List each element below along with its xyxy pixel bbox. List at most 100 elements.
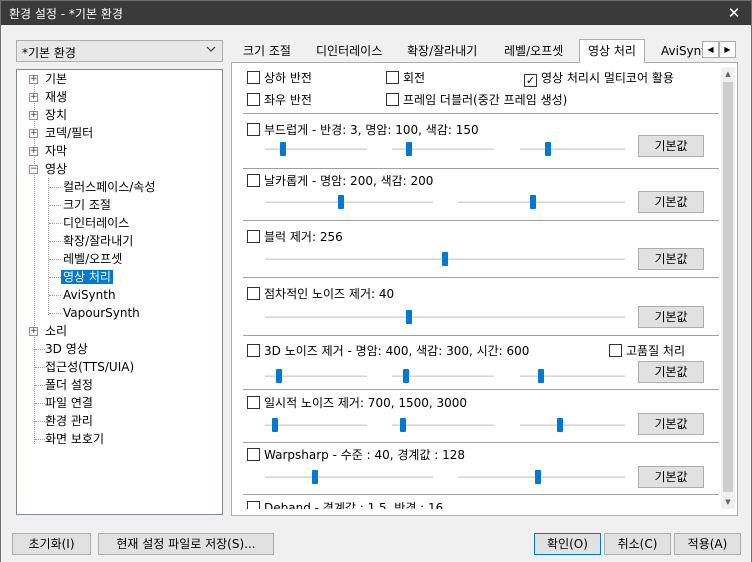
slider-thumb[interactable] bbox=[556, 418, 563, 432]
warpsharp-default-button[interactable]: 기본값 bbox=[638, 466, 704, 488]
scroll-up-icon[interactable]: ▲ bbox=[721, 67, 735, 81]
tree-item-folder[interactable]: 폴더 설정 bbox=[43, 376, 95, 394]
tree-item-colorspace[interactable]: 컬러스페이스/속성 bbox=[61, 178, 157, 196]
soften-luma-slider[interactable] bbox=[392, 142, 494, 156]
close-icon[interactable]: ✕ bbox=[723, 3, 745, 23]
tree-item-avisynth[interactable]: AviSynth bbox=[61, 286, 118, 304]
slider-thumb[interactable] bbox=[272, 418, 279, 432]
gradual-noise-slider[interactable] bbox=[265, 310, 625, 324]
deband-checkbox[interactable]: Deband - 경계값 : 1.5, 반경 : 16 bbox=[247, 500, 443, 509]
checkbox-box bbox=[247, 230, 260, 243]
slider-thumb[interactable] bbox=[545, 142, 552, 156]
expand-icon[interactable]: + bbox=[29, 75, 38, 84]
expand-icon[interactable]: + bbox=[29, 147, 38, 156]
tree-item-screensaver[interactable]: 화면 보호기 bbox=[43, 430, 106, 448]
slider-thumb[interactable] bbox=[406, 142, 413, 156]
ok-button[interactable]: 확인(O) bbox=[534, 533, 601, 555]
slider-thumb[interactable] bbox=[530, 195, 537, 209]
scrollbar-thumb[interactable] bbox=[723, 82, 733, 492]
noise-3d-checkbox[interactable]: 3D 노이즈 제거 - 명암: 400, 색감: 300, 시간: 600 bbox=[247, 343, 529, 359]
cancel-button[interactable]: 취소(C) bbox=[604, 533, 671, 555]
tab-resize[interactable]: 크기 조절 bbox=[243, 41, 291, 63]
expand-icon[interactable]: + bbox=[29, 129, 38, 138]
tree-item-resize[interactable]: 크기 조절 bbox=[61, 196, 113, 214]
temporal-noise-slider-1[interactable] bbox=[265, 418, 367, 432]
slider-thumb[interactable] bbox=[535, 470, 542, 484]
tree-item-sound[interactable]: + 소리 bbox=[29, 322, 69, 340]
expand-icon[interactable]: + bbox=[29, 111, 38, 120]
tab-expand-crop[interactable]: 확장/잘라내기 bbox=[407, 41, 477, 63]
tab-scroll-right-icon[interactable]: ▶ bbox=[719, 41, 736, 58]
tree-item-subtitle[interactable]: + 자막 bbox=[29, 142, 69, 160]
expand-icon[interactable]: + bbox=[29, 93, 38, 102]
high-quality-checkbox[interactable]: 고품질 처리 bbox=[609, 343, 685, 359]
collapse-icon[interactable]: − bbox=[29, 165, 38, 174]
slider-thumb[interactable] bbox=[337, 195, 344, 209]
soften-chroma-slider[interactable] bbox=[520, 142, 625, 156]
deblock-default-button[interactable]: 기본값 bbox=[638, 248, 704, 270]
checkbox-box bbox=[247, 344, 260, 357]
soften-checkbox[interactable]: 부드럽게 - 반경: 3, 명암: 100, 색감: 150 bbox=[247, 122, 479, 138]
slider-thumb[interactable] bbox=[276, 369, 283, 383]
warpsharp-checkbox[interactable]: Warpsharp - 수준 : 40, 경계값 : 128 bbox=[247, 447, 465, 463]
expand-icon[interactable]: + bbox=[29, 327, 38, 336]
slider-thumb[interactable] bbox=[400, 418, 407, 432]
slider-thumb[interactable] bbox=[403, 369, 410, 383]
tab-video-processing[interactable]: 영상 처리 bbox=[579, 39, 645, 63]
temporal-noise-slider-2[interactable] bbox=[392, 418, 494, 432]
warpsharp-threshold-slider[interactable] bbox=[458, 470, 625, 484]
slider-thumb[interactable] bbox=[406, 310, 412, 324]
sharpen-checkbox[interactable]: 날카롭게 - 명암: 200, 색감: 200 bbox=[247, 173, 433, 189]
slider-thumb[interactable] bbox=[538, 369, 544, 383]
tree-item-config-manage[interactable]: 환경 관리 bbox=[43, 412, 95, 430]
tree-item-file-association[interactable]: 파일 연결 bbox=[43, 394, 95, 412]
slider-thumb[interactable] bbox=[280, 142, 287, 156]
noise-3d-default-button[interactable]: 기본값 bbox=[638, 361, 704, 383]
rotate-checkbox[interactable]: 회전 bbox=[386, 70, 425, 86]
apply-button[interactable]: 적용(A) bbox=[674, 533, 741, 555]
noise-3d-chroma-slider[interactable] bbox=[392, 369, 494, 383]
gradual-noise-checkbox[interactable]: 점차적인 노이즈 제거: 40 bbox=[247, 286, 394, 302]
soften-radius-slider[interactable] bbox=[265, 142, 367, 156]
vertical-scrollbar[interactable]: ▲ ▼ bbox=[721, 67, 735, 509]
tree-item-video-processing[interactable]: 영상 처리 bbox=[61, 268, 113, 286]
tree-item-basic[interactable]: + 기본 bbox=[29, 70, 69, 88]
frame-doubler-checkbox[interactable]: 프레임 더블러(중간 프레임 생성) bbox=[386, 92, 567, 108]
gradual-noise-default-button[interactable]: 기본값 bbox=[638, 306, 704, 328]
reset-button[interactable]: 초기화(I) bbox=[12, 533, 91, 555]
noise-3d-luma-slider[interactable] bbox=[265, 369, 367, 383]
tree-item-video[interactable]: − 영상 bbox=[29, 160, 69, 178]
slider-thumb[interactable] bbox=[442, 252, 448, 266]
slider-thumb[interactable] bbox=[312, 470, 319, 484]
scroll-down-icon[interactable]: ▼ bbox=[721, 495, 735, 509]
tree-item-vapoursynth[interactable]: VapourSynth bbox=[61, 304, 142, 322]
noise-3d-time-slider[interactable] bbox=[520, 369, 625, 383]
tree-item-accessibility[interactable]: 접근성(TTS/UIA) bbox=[43, 358, 136, 376]
temporal-noise-default-button[interactable]: 기본값 bbox=[638, 413, 704, 435]
tree-item-playback[interactable]: + 재생 bbox=[29, 88, 69, 106]
flip-horizontal-checkbox[interactable]: 좌우 반전 bbox=[247, 92, 312, 108]
temporal-noise-slider-3[interactable] bbox=[520, 418, 625, 432]
preset-combo[interactable]: *기본 환경 bbox=[16, 40, 223, 62]
sharpen-luma-slider[interactable] bbox=[265, 195, 433, 209]
tree-item-device[interactable]: + 장치 bbox=[29, 106, 69, 124]
tab-deinterlace[interactable]: 디인터레이스 bbox=[316, 41, 382, 63]
tab-scroll-left-icon[interactable]: ◀ bbox=[702, 41, 719, 58]
tree-item-deinterlace[interactable]: 디인터레이스 bbox=[61, 214, 131, 232]
tree-item-level-offset[interactable]: 레벨/오프셋 bbox=[61, 250, 124, 268]
multicore-checkbox[interactable]: ✓ 영상 처리시 멀티코어 활용 bbox=[524, 70, 674, 87]
flip-vertical-checkbox[interactable]: 상하 반전 bbox=[247, 70, 312, 86]
tree-item-codec[interactable]: + 코덱/필터 bbox=[29, 124, 95, 142]
sharpen-default-button[interactable]: 기본값 bbox=[638, 191, 704, 213]
save-to-file-button[interactable]: 현재 설정 파일로 저장(S)... bbox=[98, 533, 274, 555]
tree-item-expand-crop[interactable]: 확장/잘라내기 bbox=[61, 232, 135, 250]
temporal-noise-checkbox[interactable]: 일시적 노이즈 제거: 700, 1500, 3000 bbox=[247, 395, 467, 411]
tree-item-3d-video[interactable]: 3D 영상 bbox=[43, 340, 90, 358]
soften-default-button[interactable]: 기본값 bbox=[638, 135, 704, 157]
tab-level-offset[interactable]: 레벨/오프셋 bbox=[504, 41, 563, 63]
sharpen-chroma-slider[interactable] bbox=[458, 195, 625, 209]
settings-tree[interactable]: + 기본 + 재생 + 장치 + 코덱/필터 + 자막 − 영상 컬러스페이스/속성 크기 … bbox=[16, 69, 223, 515]
deblock-slider[interactable] bbox=[265, 252, 625, 266]
warpsharp-level-slider[interactable] bbox=[265, 470, 433, 484]
deblock-checkbox[interactable]: 블럭 제거: 256 bbox=[247, 229, 343, 245]
